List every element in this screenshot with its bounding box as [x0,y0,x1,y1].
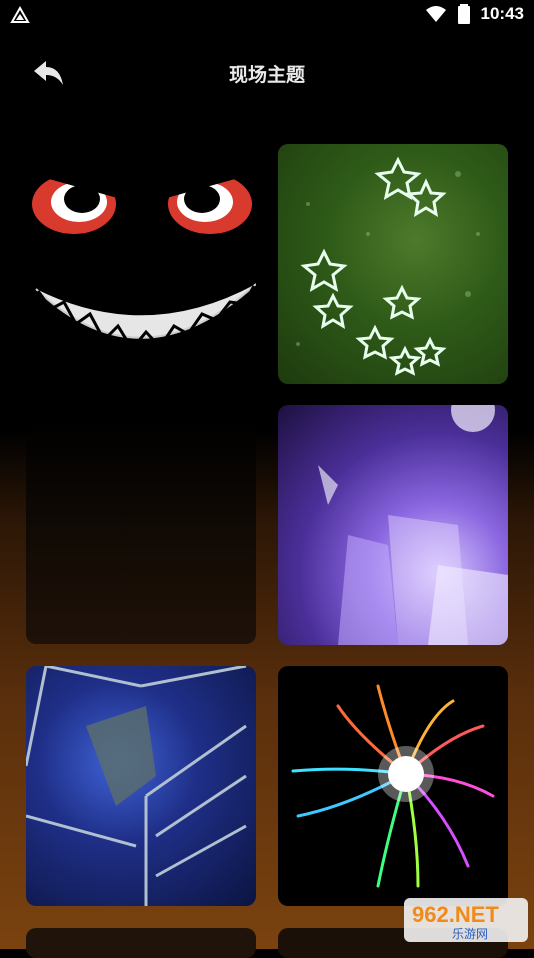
theme-tile-blue-crystal[interactable] [26,666,256,906]
site-watermark: 962.NET 乐游网 [404,898,528,942]
rainbow-light-burst-icon [291,684,495,888]
status-bar: 10:43 [0,0,534,30]
evil-smile-face-icon [31,174,256,352]
theme-tile-green-stars[interactable] [278,144,508,384]
theme-tile-rainbow-burst[interactable] [278,666,508,906]
svg-text:962.NET: 962.NET [412,902,499,927]
theme-tile-evil-face[interactable] [26,144,256,644]
header: 现场主题 [0,48,534,98]
theme-tile-purple-beams[interactable] [278,405,508,645]
battery-icon [457,4,470,24]
page-title: 现场主题 [228,65,305,86]
green-snowflake-stars-icon [296,156,480,376]
wifi-icon [425,6,446,22]
triangle-notification-icon [10,6,30,23]
svg-text:乐游网: 乐游网 [452,927,488,941]
theme-tile-partial-left[interactable] [26,928,256,958]
site-logo-icon: 962.NET 乐游网 [404,898,528,942]
blue-crystal-mirror-icon [26,666,247,906]
status-time: 10:43 [480,4,524,23]
purple-light-beams-icon [318,405,508,645]
